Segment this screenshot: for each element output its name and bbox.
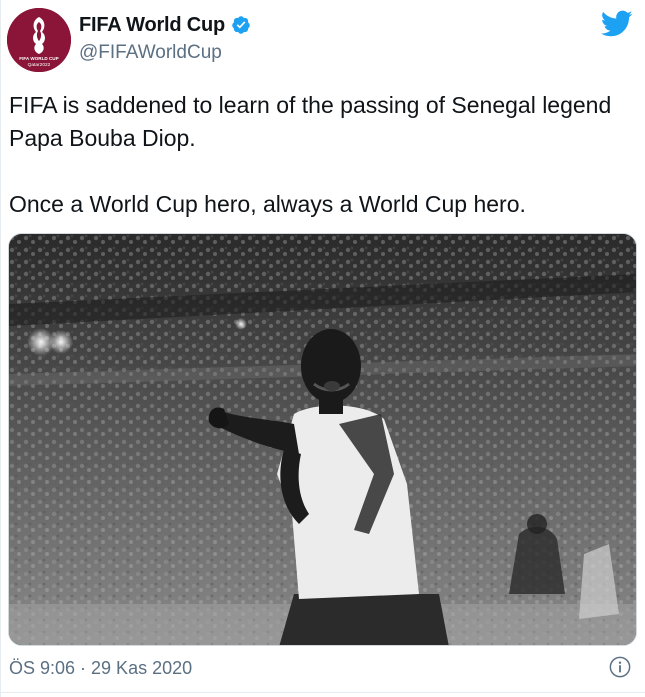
svg-text:FIFA WORLD CUP: FIFA WORLD CUP (19, 56, 58, 61)
photo-papa-bouba-diop (9, 234, 636, 645)
tweet-paragraph-1: FIFA is saddened to learn of the passing… (9, 92, 612, 151)
tweet-text: FIFA is saddened to learn of the passing… (9, 89, 629, 221)
user-info: FIFA World Cup @FIFAWorldCup (79, 12, 251, 64)
twitter-bird-icon[interactable] (601, 10, 633, 38)
svg-text:Qatar2022: Qatar2022 (28, 62, 51, 68)
tweet-timestamp[interactable]: ÖS 9:06 · 29 Kas 2020 (9, 658, 192, 679)
verified-badge-icon (231, 15, 251, 35)
display-name[interactable]: FIFA World Cup (79, 14, 225, 37)
avatar[interactable]: FIFA WORLD CUP Qatar2022 (7, 8, 71, 72)
fifa-world-cup-logo-icon: FIFA WORLD CUP Qatar2022 (7, 8, 71, 72)
divider (1, 692, 645, 693)
tweet-photo[interactable] (8, 233, 637, 646)
name-row: FIFA World Cup (79, 12, 251, 38)
tweet-paragraph-2: Once a World Cup hero, always a World Cu… (9, 191, 526, 217)
info-icon[interactable] (609, 656, 631, 678)
user-handle[interactable]: @FIFAWorldCup (79, 42, 251, 64)
tweet-card: FIFA WORLD CUP Qatar2022 FIFA World Cup … (0, 0, 645, 697)
